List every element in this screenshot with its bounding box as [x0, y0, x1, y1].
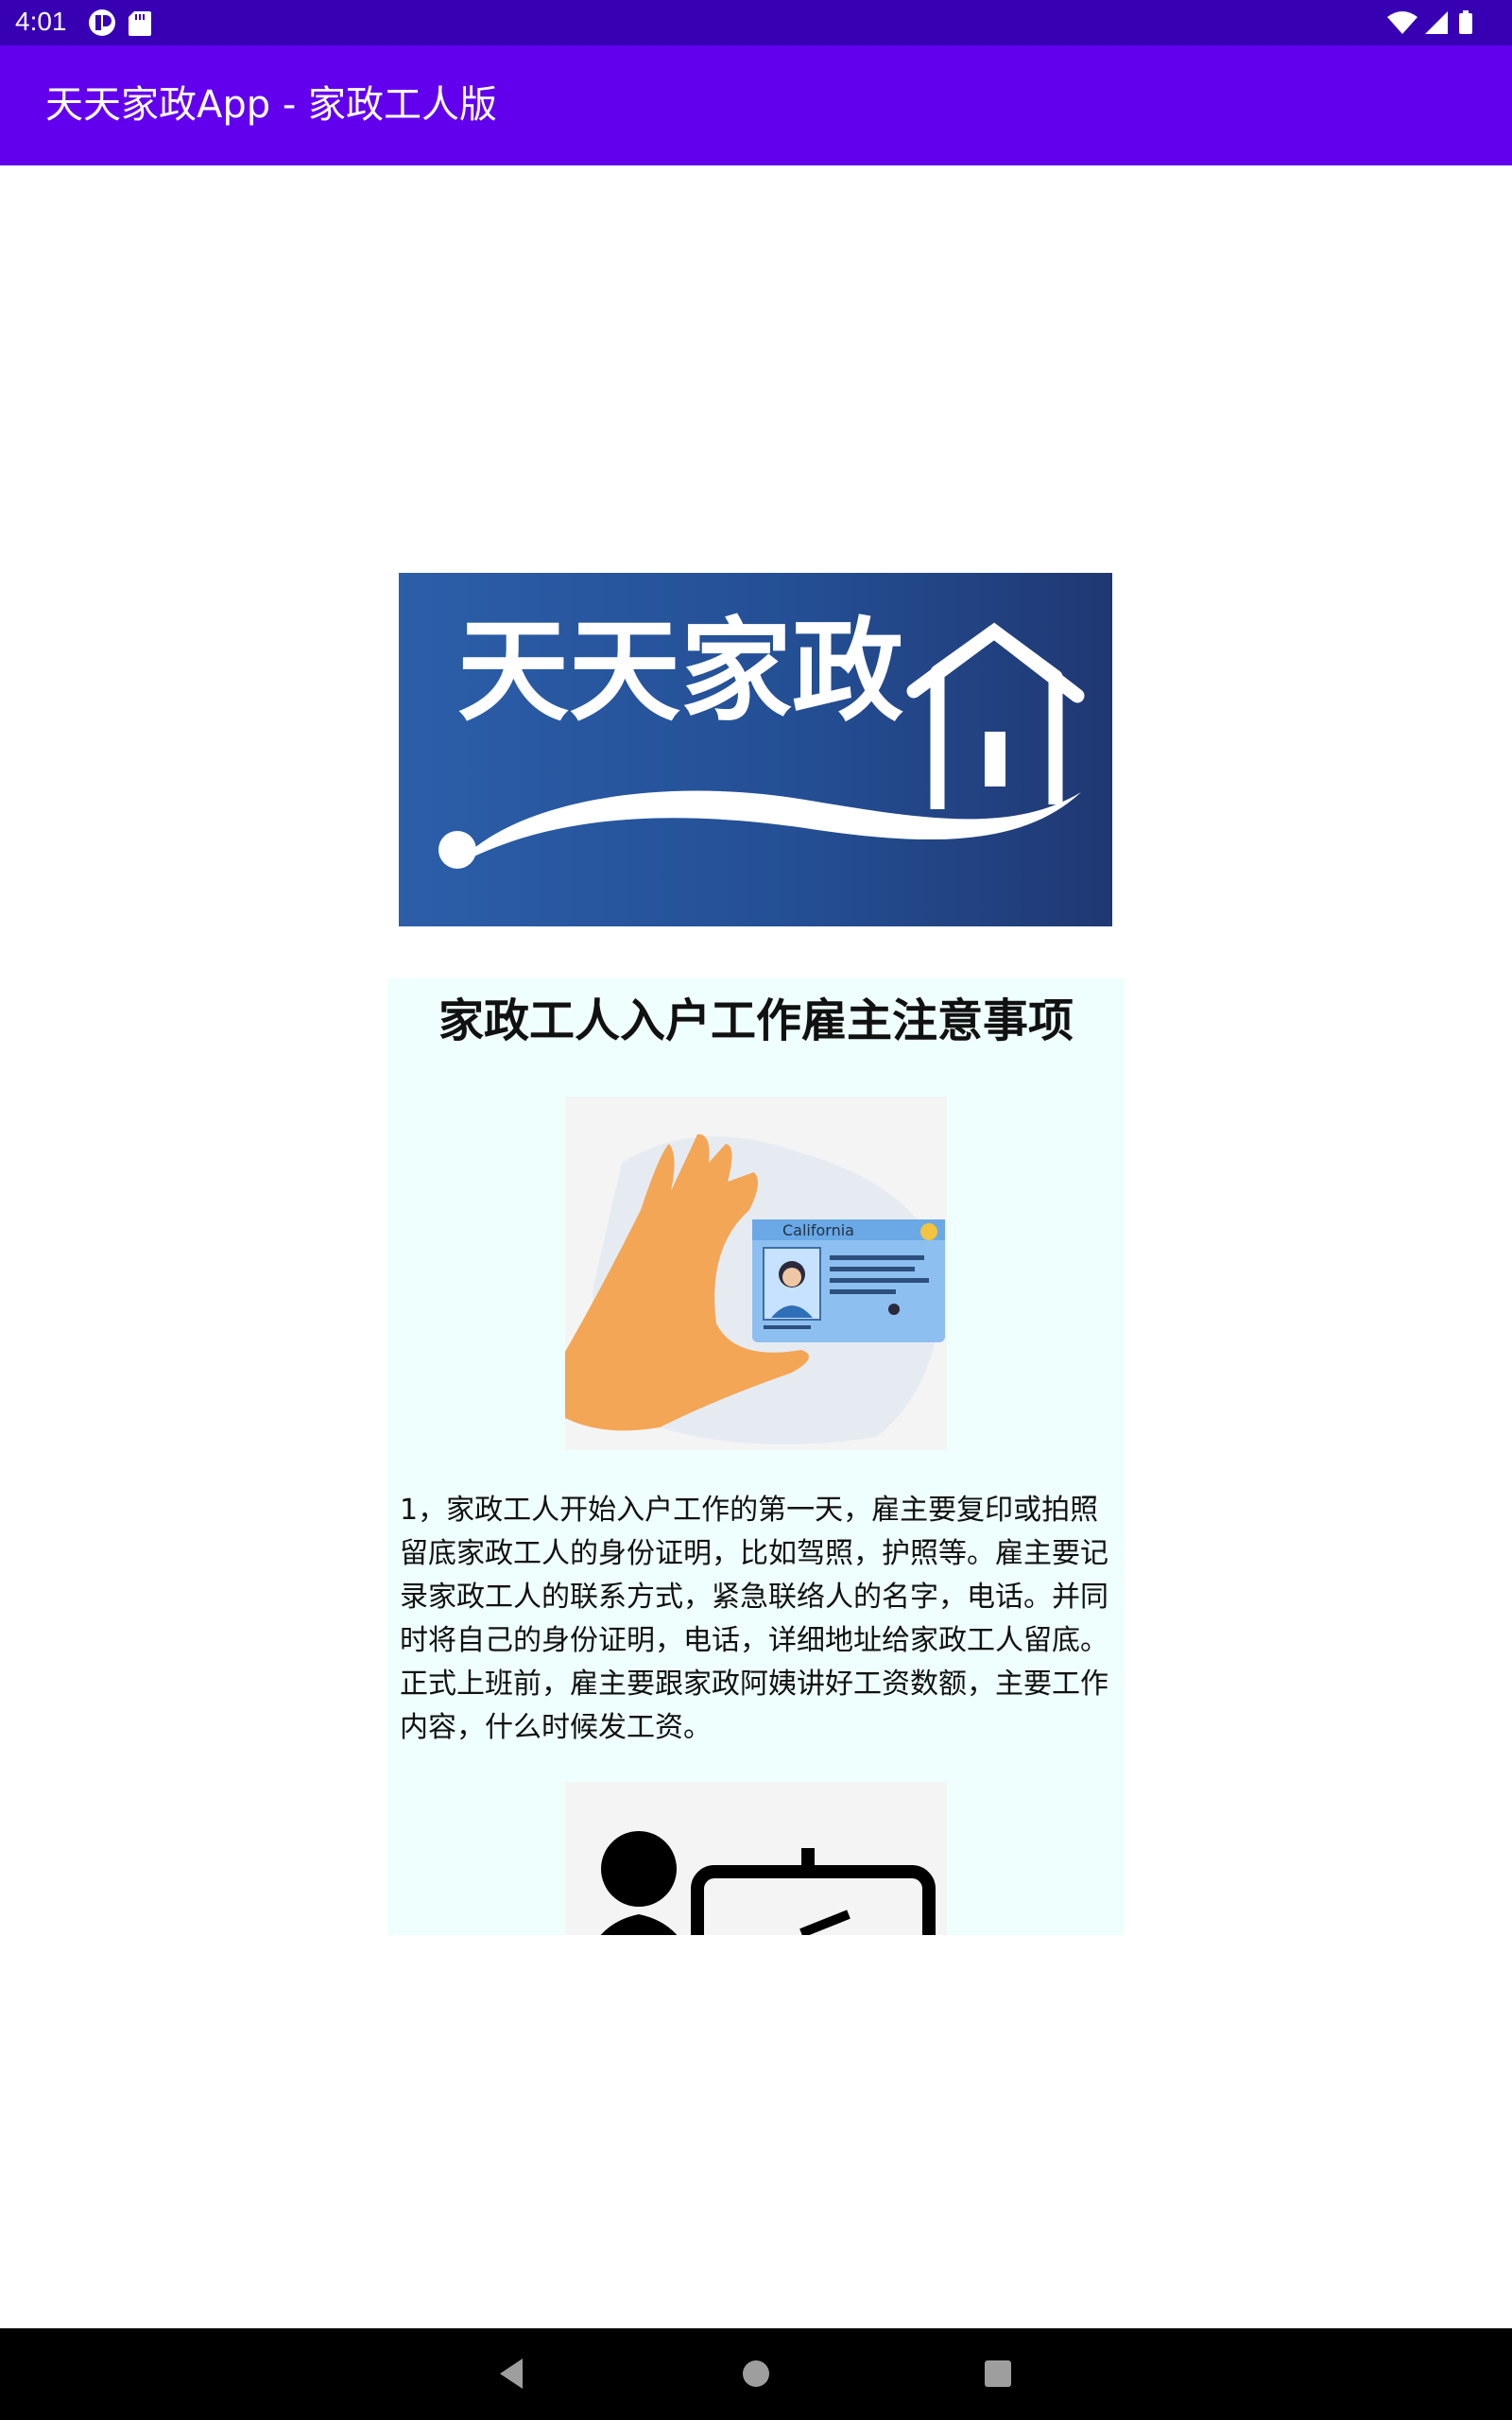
id-card-hand-illustration: California	[565, 1097, 947, 1450]
sd-card-icon	[129, 11, 151, 36]
house-icon: 天天家政	[438, 606, 1085, 869]
article-paragraph-1: 1，家政工人开始入户工作的第一天，雇主要复印或拍照留底家政工人的身份证明，比如驾…	[400, 1494, 1108, 1744]
navigation-bar	[0, 2328, 1512, 2420]
banner-logo-text: 天天家政	[457, 606, 903, 736]
brand-banner: 天天家政	[399, 573, 1112, 926]
battery-icon	[1459, 13, 1472, 34]
article-title: 家政工人入户工作雇主注意事项	[438, 994, 1074, 1047]
home-icon[interactable]	[741, 2357, 771, 2391]
app-title: 天天家政App - 家政工人版	[45, 83, 498, 127]
status-left-icons	[89, 9, 151, 36]
recents-icon[interactable]	[983, 2357, 1013, 2391]
back-icon[interactable]	[496, 2357, 526, 2391]
article-card: 家政工人入户工作雇主注意事项 California 1，家政工人开始入户工作的第…	[387, 978, 1125, 1935]
wifi-icon	[1387, 11, 1418, 34]
status-bar: 4:01	[0, 0, 1512, 45]
cell-signal-icon	[1425, 11, 1448, 34]
status-right-icons	[1387, 10, 1472, 34]
id-card-state-label: California	[782, 1221, 854, 1239]
status-time: 4:01	[15, 7, 67, 36]
app-bar: 天天家政App - 家政工人版	[0, 45, 1512, 165]
employer-presentation-illustration	[565, 1782, 947, 1935]
app-notification-icon	[89, 9, 115, 36]
